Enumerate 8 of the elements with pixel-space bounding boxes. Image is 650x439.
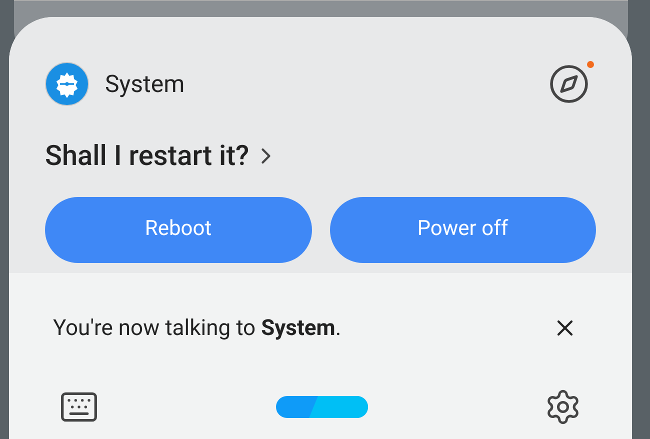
app-icon <box>45 62 89 106</box>
action-button[interactable]: Power off <box>330 197 596 263</box>
status-message: You're now talking to System. <box>53 314 342 342</box>
voice-indicator[interactable] <box>276 396 368 418</box>
action-button[interactable]: Reboot <box>45 197 312 263</box>
prompt-title: Shall I restart it? <box>45 138 250 174</box>
compass-icon <box>548 63 590 105</box>
app-name: System <box>105 69 185 100</box>
